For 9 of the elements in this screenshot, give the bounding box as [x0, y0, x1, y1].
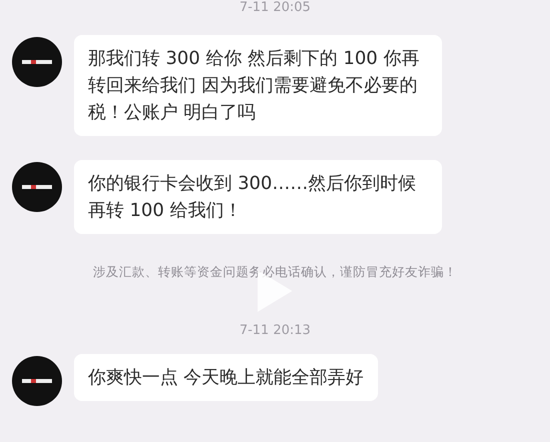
- security-notice: 涉及汇款、转账等资金问题务必电话确认，谨防冒充好友诈骗！: [93, 264, 457, 281]
- timestamp: 7-11 20:05: [239, 0, 311, 15]
- avatar[interactable]: [12, 37, 62, 87]
- avatar[interactable]: [12, 356, 62, 406]
- message-bubble: 那我们转 300 给你 然后剩下的 100 你再转回来给我们 因为我们需要避免不必要的税！公账户 明白了吗: [74, 35, 442, 136]
- message-bubble: 你的银行卡会收到 300……然后你到时候再转 100 给我们！: [74, 160, 442, 234]
- timestamp: 7-11 20:13: [239, 323, 311, 338]
- avatar[interactable]: [12, 162, 62, 212]
- message-bubble: 你爽快一点 今天晚上就能全部弄好: [74, 354, 378, 401]
